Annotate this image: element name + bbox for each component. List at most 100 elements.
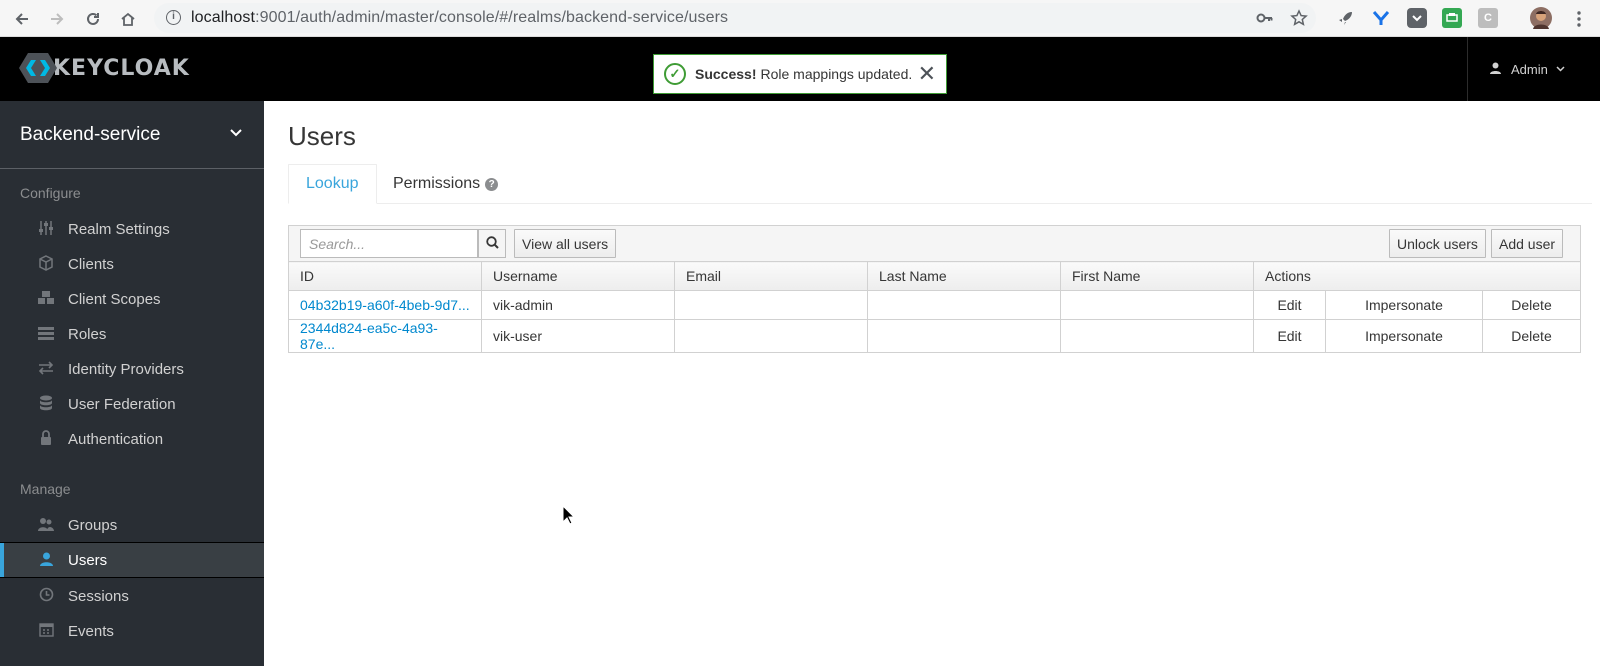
sidebar-item-client-scopes[interactable]: Client Scopes (0, 281, 264, 317)
exchange-icon (36, 360, 56, 378)
delete-button[interactable]: Delete (1482, 319, 1581, 353)
sidebar-item-label: Users (68, 551, 108, 569)
user-id-link[interactable]: 04b32b19-a60f-4beb-9d7... (300, 297, 470, 313)
close-icon[interactable]: ✕ (918, 61, 936, 87)
tab-label: Lookup (306, 175, 359, 192)
table-toolbar: View all users Unlock users Add user (288, 225, 1581, 262)
cell-id: 2344d824-ea5c-4a93-87e... (288, 319, 482, 353)
edit-button[interactable]: Edit (1253, 319, 1326, 353)
key-icon[interactable] (1256, 9, 1274, 32)
keycloak-logo-icon (19, 52, 57, 84)
chevron-down-icon (230, 124, 242, 140)
pocket-extension-icon[interactable] (1407, 8, 1427, 28)
cube-icon (36, 254, 56, 274)
cell-last-name (867, 319, 1061, 353)
user-dropdown[interactable]: Admin (1467, 37, 1600, 101)
cell-first-name (1060, 319, 1254, 353)
sidebar: Backend-service Configure Realm Settings… (0, 101, 264, 666)
bookmark-star-icon[interactable] (1290, 9, 1308, 32)
sidebar-item-sessions[interactable]: Sessions (0, 578, 264, 614)
page-title: Users (288, 121, 356, 151)
success-alert: ✓ Success! Role mappings updated. ✕ (653, 54, 947, 94)
tab-lookup[interactable]: Lookup (288, 164, 377, 204)
add-user-button[interactable]: Add user (1491, 229, 1564, 258)
sidebar-item-label: Identity Providers (68, 360, 184, 378)
sidebar-item-groups[interactable]: Groups (0, 507, 264, 543)
check-circle-icon: ✓ (664, 63, 686, 85)
column-header-first-name: First Name (1060, 261, 1254, 291)
c-extension-icon[interactable]: C (1478, 8, 1498, 28)
rocket-extension-icon[interactable] (1336, 8, 1356, 28)
sidebar-item-user-federation[interactable]: User Federation (0, 386, 264, 422)
back-icon[interactable] (9, 6, 35, 32)
column-header-email: Email (674, 261, 868, 291)
main-content: Users Lookup Permissions ? View all user… (264, 101, 1600, 666)
alert-strong: Success! (695, 66, 757, 82)
url-text: localhost:9001/auth/admin/master/console… (191, 9, 728, 27)
list-icon (36, 326, 56, 343)
edit-button[interactable]: Edit (1253, 290, 1326, 320)
column-header-actions: Actions (1253, 261, 1581, 291)
sidebar-item-label: Events (68, 622, 114, 640)
chevron-down-icon (1556, 64, 1565, 75)
view-all-users-button[interactable]: View all users (514, 229, 617, 258)
unlock-users-button[interactable]: Unlock users (1389, 229, 1486, 258)
table-row: 04b32b19-a60f-4beb-9d7... vik-admin Edit… (288, 290, 1581, 320)
keycloak-logo[interactable]: KEYCLOAK (19, 52, 190, 84)
realm-name: Backend-service (20, 123, 161, 145)
users-table: ID Username Email Last Name First Name A… (288, 261, 1581, 353)
column-header-id: ID (288, 261, 482, 291)
sidebar-item-roles[interactable]: Roles (0, 316, 264, 352)
manage-section-label: Manage (20, 481, 71, 497)
user-id-link[interactable]: 2344d824-ea5c-4a93-87e... (300, 320, 438, 352)
tab-permissions[interactable]: Permissions ? (376, 164, 515, 204)
info-icon[interactable]: i (166, 10, 181, 25)
users-icon (36, 517, 56, 534)
column-header-username: Username (481, 261, 675, 291)
sliders-icon (36, 220, 56, 238)
sidebar-item-events[interactable]: Events (0, 613, 264, 649)
search-button[interactable] (478, 229, 506, 258)
lock-icon (36, 430, 56, 448)
column-header-last-name: Last Name (867, 261, 1061, 291)
url-path: :9001/auth/admin/master/console/#/realms… (255, 9, 729, 26)
cubes-icon (36, 290, 56, 309)
help-icon[interactable]: ? (485, 177, 499, 191)
table-row: 2344d824-ea5c-4a93-87e... vik-user Edit … (288, 319, 1581, 353)
browser-menu-icon[interactable] (1566, 6, 1592, 32)
impersonate-button[interactable]: Impersonate (1325, 319, 1483, 353)
profile-avatar[interactable] (1530, 7, 1552, 29)
sidebar-item-realm-settings[interactable]: Realm Settings (0, 211, 264, 247)
url-host: localhost (191, 9, 256, 26)
sidebar-item-authentication[interactable]: Authentication (0, 421, 264, 457)
sidebar-item-label: Authentication (68, 430, 164, 448)
reload-icon[interactable] (80, 6, 106, 32)
cell-username: vik-admin (481, 290, 675, 320)
realm-selector[interactable]: Backend-service (0, 101, 264, 169)
cell-email (674, 290, 868, 320)
cell-first-name (1060, 290, 1254, 320)
forward-icon[interactable] (44, 6, 70, 32)
cell-id: 04b32b19-a60f-4beb-9d7... (288, 290, 482, 320)
tabs: Lookup Permissions ? (288, 164, 1592, 204)
impersonate-button[interactable]: Impersonate (1325, 290, 1483, 320)
search-icon (485, 235, 499, 252)
delete-button[interactable]: Delete (1482, 290, 1581, 320)
address-bar[interactable]: i localhost:9001/auth/admin/master/conso… (154, 3, 1316, 33)
database-icon (36, 395, 56, 414)
print-extension-icon[interactable] (1442, 8, 1462, 28)
alert-message: Role mappings updated. (760, 66, 913, 82)
sidebar-item-label: Client Scopes (68, 290, 161, 308)
cell-username: vik-user (481, 319, 675, 353)
y-extension-icon[interactable] (1371, 8, 1391, 28)
sidebar-item-clients[interactable]: Clients (0, 246, 264, 282)
sidebar-item-label: Clients (68, 255, 114, 273)
app-header: KEYCLOAK ✓ Success! Role mappings update… (0, 37, 1600, 101)
search-input[interactable] (300, 229, 478, 258)
sidebar-item-label: Roles (68, 325, 107, 343)
sidebar-item-identity-providers[interactable]: Identity Providers (0, 351, 264, 387)
home-icon[interactable] (115, 6, 141, 32)
sidebar-item-label: Groups (68, 516, 118, 534)
sidebar-item-users[interactable]: Users (0, 542, 264, 578)
browser-toolbar: i localhost:9001/auth/admin/master/conso… (0, 0, 1600, 37)
